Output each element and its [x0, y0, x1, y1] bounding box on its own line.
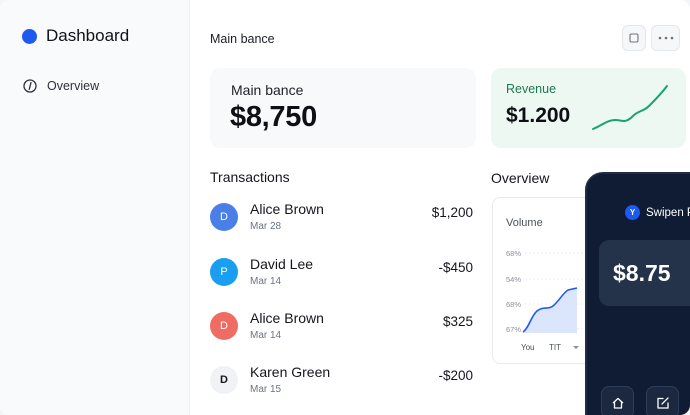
- sidebar-item-label: Overview: [47, 79, 100, 93]
- revenue-card: Revenue $1.200: [491, 68, 686, 148]
- transaction-date: Mar 28: [250, 221, 282, 232]
- more-options-button[interactable]: [651, 25, 680, 51]
- transaction-date: Mar 14: [250, 330, 282, 341]
- transaction-date: Mar 15: [250, 384, 282, 395]
- avatar: D: [210, 366, 238, 394]
- info-icon: [22, 78, 38, 94]
- phone-mockup: Y Swipen P $8.75: [585, 172, 690, 415]
- chevron-down-icon: [573, 346, 579, 349]
- edit-button[interactable]: [646, 386, 679, 415]
- transaction-amount: $325: [442, 314, 473, 329]
- home-icon: [612, 397, 623, 409]
- transactions-title: Transactions: [210, 169, 290, 185]
- x-tick-label: You: [521, 343, 535, 352]
- phone-balance-value: $8.75: [613, 260, 671, 286]
- transaction-amount: -$200: [438, 368, 473, 383]
- main-balance-label: Main bance: [231, 82, 304, 98]
- main-balance-card: Main bance $8,750: [210, 68, 476, 148]
- transaction-row[interactable]: D Alice Brown Mar 28 $1,200: [210, 198, 476, 238]
- transaction-date: Mar 14: [250, 276, 282, 287]
- avatar: P: [210, 258, 238, 286]
- sidebar-item-overview[interactable]: Overview: [22, 78, 99, 94]
- transaction-amount: $1,200: [431, 205, 473, 220]
- phone-app-title: Y Swipen P: [625, 205, 690, 220]
- phone-app-name: Swipen P: [646, 206, 690, 219]
- revenue-label: Revenue: [506, 82, 557, 96]
- tick-label: 68%: [506, 300, 521, 309]
- transaction-row[interactable]: D Alice Brown Mar 14 $325: [210, 307, 476, 347]
- home-button[interactable]: [601, 386, 634, 415]
- tick-label: 67%: [506, 325, 521, 334]
- transaction-name: David Lee: [250, 256, 314, 272]
- page-title: Main bance: [210, 32, 275, 46]
- transaction-name: Alice Brown: [250, 310, 324, 326]
- edit-icon: [656, 396, 669, 409]
- revenue-sparkline: [592, 85, 668, 130]
- app-logo-icon: Y: [625, 205, 640, 220]
- app-window: Dashboard Overview Main bance Main bance…: [0, 0, 690, 415]
- transaction-row[interactable]: D Karen Green Mar 15 -$200: [210, 361, 476, 401]
- more-dots-icon: [658, 36, 673, 40]
- main-balance-value: $8,750: [230, 101, 317, 133]
- transaction-name: Alice Brown: [250, 201, 324, 217]
- tick-label: 54%: [506, 275, 521, 284]
- transaction-row[interactable]: P David Lee Mar 14 -$450: [210, 253, 476, 293]
- revenue-value: $1.200: [506, 104, 571, 127]
- avatar: D: [210, 203, 238, 231]
- x-tick-label: TIT: [549, 343, 561, 352]
- overview-title: Overview: [491, 170, 550, 186]
- avatar: D: [210, 312, 238, 340]
- sidebar: Dashboard Overview: [0, 0, 190, 415]
- brand-logo-icon: [22, 28, 37, 44]
- brand-title: Dashboard: [46, 26, 130, 45]
- brand: Dashboard: [22, 26, 129, 46]
- transaction-amount: -$450: [438, 260, 473, 275]
- square-icon: [629, 33, 639, 43]
- layout-toggle-button[interactable]: [622, 25, 646, 51]
- tick-label: 68%: [506, 249, 521, 258]
- transaction-name: Karen Green: [250, 364, 331, 380]
